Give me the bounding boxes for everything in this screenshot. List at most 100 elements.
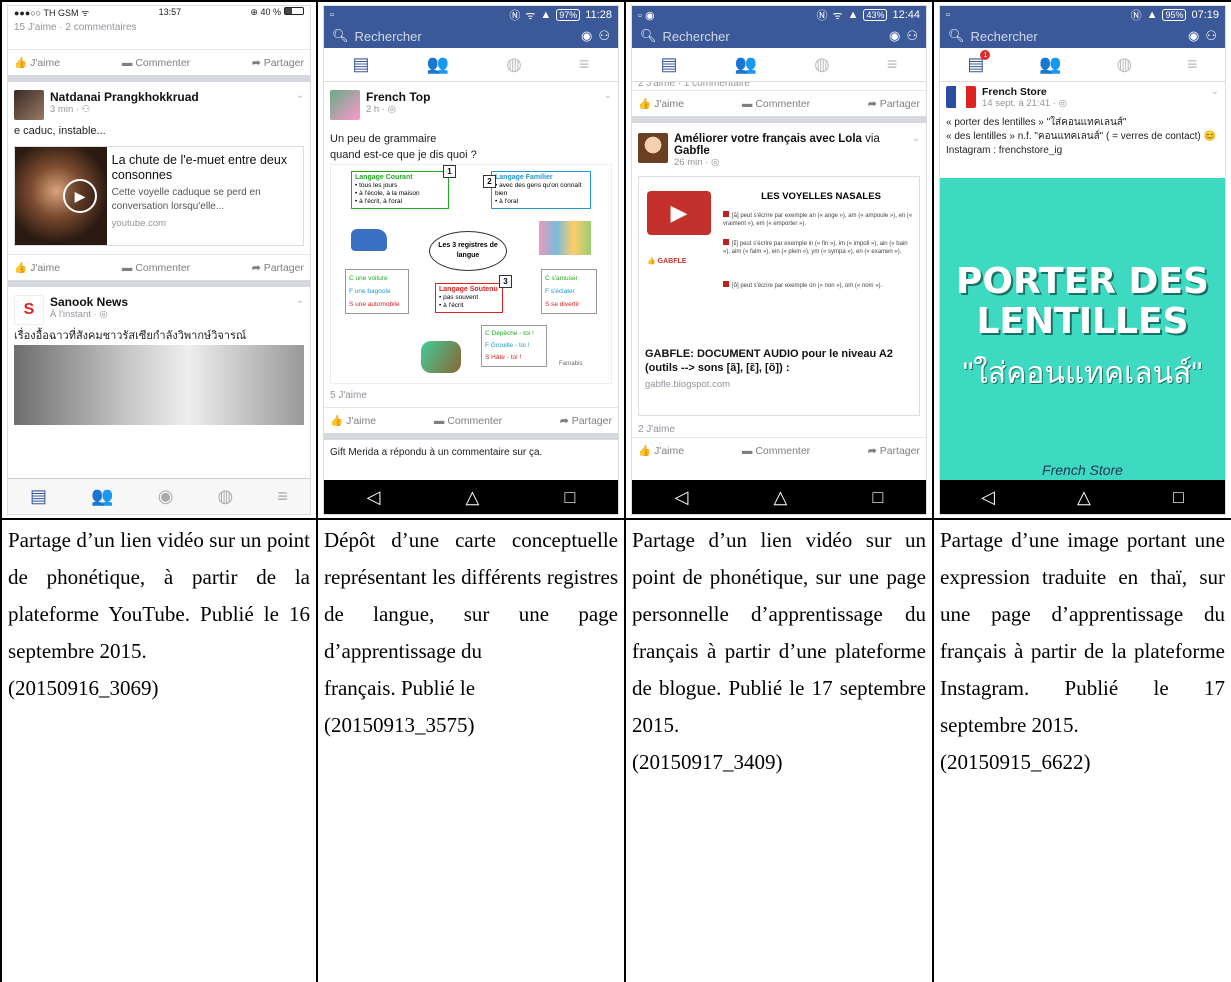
avatar[interactable]: [330, 90, 360, 120]
post-author[interactable]: French Top: [366, 90, 430, 104]
recents-icon[interactable]: □: [1173, 487, 1184, 508]
blog-link-card[interactable]: ▶ 👍 GABFLE LES VOYELLES NASALES [ã] peut…: [638, 176, 920, 416]
via-page[interactable]: Gabfle: [674, 145, 710, 157]
post-image[interactable]: PORTER DES LENTILLES "ใส่คอนแทคเลนส์" Fr…: [940, 178, 1225, 480]
post-author[interactable]: French Store: [982, 86, 1067, 98]
search-icon: 🔍︎: [640, 28, 657, 43]
like-count[interactable]: 5 J'aime: [324, 384, 618, 401]
sanook-logo[interactable]: S: [14, 295, 44, 325]
battery-level: 97%: [556, 9, 581, 21]
back-icon[interactable]: ◁: [367, 487, 381, 508]
via-label: via: [865, 133, 880, 145]
like-button[interactable]: 👍 J'aime: [330, 414, 376, 428]
comment-button[interactable]: ▬ Commenter: [122, 57, 190, 69]
play-icon[interactable]: ▶: [647, 191, 711, 235]
chevron-down-icon[interactable]: ⌄: [296, 295, 304, 306]
news-feed-icon[interactable]: ▤: [353, 54, 370, 75]
home-icon[interactable]: △: [466, 487, 480, 508]
back-icon[interactable]: ◁: [675, 487, 689, 508]
post-author[interactable]: Améliorer votre français avec Lola: [674, 133, 862, 145]
like-button[interactable]: 👍 J'aime: [638, 444, 684, 458]
messenger-icon[interactable]: ◉: [1188, 28, 1199, 44]
friends-icon[interactable]: 👥: [735, 54, 757, 75]
recents-icon[interactable]: □: [565, 487, 576, 508]
play-icon[interactable]: ▶: [63, 179, 97, 213]
avatar[interactable]: [638, 133, 668, 163]
home-icon[interactable]: △: [774, 487, 788, 508]
comment-button[interactable]: ▬ Commenter: [742, 445, 810, 457]
android-status-bar: ▫ ◉ Ⓝ ᯤ ▲ 43% 12:44: [632, 6, 926, 24]
friend-requests-icon[interactable]: ⚇: [1205, 28, 1217, 44]
android-status-bar: ▫ Ⓝ ▲ 95% 07:19: [940, 6, 1225, 24]
video-link-card[interactable]: ▶ La chute de l'e-muet entre deux conson…: [14, 146, 304, 246]
post-header: S Sanook News À l'instant · ◎ ⌄: [8, 287, 310, 327]
menu-icon[interactable]: ≡: [1187, 54, 1198, 75]
back-icon[interactable]: ◁: [981, 487, 995, 508]
caption-text-end: français. Publié le: [324, 676, 476, 700]
car-illustration: [351, 229, 387, 251]
post-author[interactable]: Sanook News: [50, 295, 128, 309]
like-button[interactable]: 👍 J'aime: [638, 97, 684, 111]
globe-icon[interactable]: ◍: [506, 54, 522, 75]
menu-icon[interactable]: ≡: [887, 54, 898, 75]
post-text-line-1: « porter des lentilles » "ใส่คอนแทคเลนส์…: [946, 117, 1127, 128]
post-header: Natdanai Prangkhokkruad 3 min · ⚇ ⌄: [8, 82, 310, 122]
post-image[interactable]: [14, 345, 304, 425]
share-button[interactable]: ➦ Partager: [560, 415, 612, 427]
news-feed-icon[interactable]: ▤ 1: [967, 50, 991, 75]
chevron-down-icon[interactable]: ⌄: [604, 90, 612, 101]
android-nav-bar: ◁ △ □: [940, 480, 1225, 514]
menu-icon[interactable]: ≡: [277, 486, 288, 507]
messenger-icon[interactable]: ◉: [889, 28, 900, 44]
chevron-down-icon[interactable]: ⌄: [912, 133, 920, 144]
friends-icon[interactable]: 👥: [1039, 54, 1061, 75]
chevron-down-icon[interactable]: ⌄: [296, 90, 304, 101]
news-feed-icon[interactable]: ▤: [30, 486, 47, 507]
avatar[interactable]: [14, 90, 44, 120]
like-button[interactable]: 👍 J'aime: [14, 261, 60, 275]
globe-icon[interactable]: ◍: [814, 54, 830, 75]
menu-icon[interactable]: ≡: [579, 54, 590, 75]
search-bar: 🔍︎ Rechercher ◉ ⚇: [324, 24, 618, 48]
share-button[interactable]: ➦ Partager: [252, 57, 304, 69]
concept-map-image[interactable]: Langage Courant • tous les jours • à l'é…: [330, 164, 612, 384]
next-story[interactable]: Gift Merida a répondu à un commentaire s…: [324, 440, 618, 462]
post-header: French Top 2 h · ◎ ⌄: [324, 82, 618, 122]
comment-button[interactable]: ▬ Commenter: [434, 415, 502, 427]
globe-icon[interactable]: ◍: [1117, 54, 1133, 75]
caption-text: Partage d’un lien vidéo sur un point de …: [8, 528, 310, 663]
recents-icon[interactable]: □: [873, 487, 884, 508]
link-domain: gabfle.blogspot.com: [645, 379, 731, 390]
share-button[interactable]: ➦ Partager: [868, 445, 920, 457]
messenger-icon[interactable]: ◉: [581, 28, 592, 44]
search-input[interactable]: Rechercher: [971, 29, 1182, 44]
share-button[interactable]: ➦ Partager: [252, 262, 304, 274]
comment-button[interactable]: ▬ Commenter: [742, 98, 810, 110]
news-feed-icon[interactable]: ▤: [661, 54, 678, 75]
like-count[interactable]: 2 J'aime: [632, 422, 926, 437]
post-author[interactable]: Natdanai Prangkhokkruad: [50, 90, 199, 104]
search-input[interactable]: Rechercher: [663, 29, 883, 44]
share-button[interactable]: ➦ Partager: [868, 98, 920, 110]
post-separator: [8, 75, 310, 82]
friends-icon[interactable]: 👥: [91, 486, 113, 507]
wifi-icon: ᯤ: [525, 9, 536, 22]
messenger-icon[interactable]: ◉: [158, 486, 174, 507]
avatar[interactable]: [946, 86, 976, 108]
globe-icon[interactable]: ◍: [218, 486, 234, 507]
android-status-bar: ▫ Ⓝ ᯤ ▲ 97% 11:28: [324, 6, 618, 24]
friend-requests-icon[interactable]: ⚇: [906, 28, 918, 44]
search-input[interactable]: Rechercher: [355, 29, 575, 44]
chevron-down-icon[interactable]: ⌄: [1211, 86, 1219, 97]
link-domain: youtube.com: [111, 218, 167, 229]
post-actions: 👍 J'aime ▬ Commenter ➦ Partager: [8, 254, 310, 280]
screenshot-cell-2: ▫ Ⓝ ᯤ ▲ 97% 11:28 🔍︎ Rechercher ◉ ⚇ ▤ 👥 ◍ ≡ …: [316, 0, 626, 520]
video-thumbnail[interactable]: ▶: [15, 147, 107, 245]
home-icon[interactable]: △: [1077, 487, 1091, 508]
comment-button[interactable]: ▬ Commenter: [122, 262, 190, 274]
share-icon: ➦: [251, 56, 261, 69]
like-button[interactable]: 👍 J'aime: [14, 56, 60, 70]
friend-requests-icon[interactable]: ⚇: [598, 28, 610, 44]
friends-icon[interactable]: 👥: [427, 54, 449, 75]
comment-icon: ▬: [433, 414, 445, 427]
